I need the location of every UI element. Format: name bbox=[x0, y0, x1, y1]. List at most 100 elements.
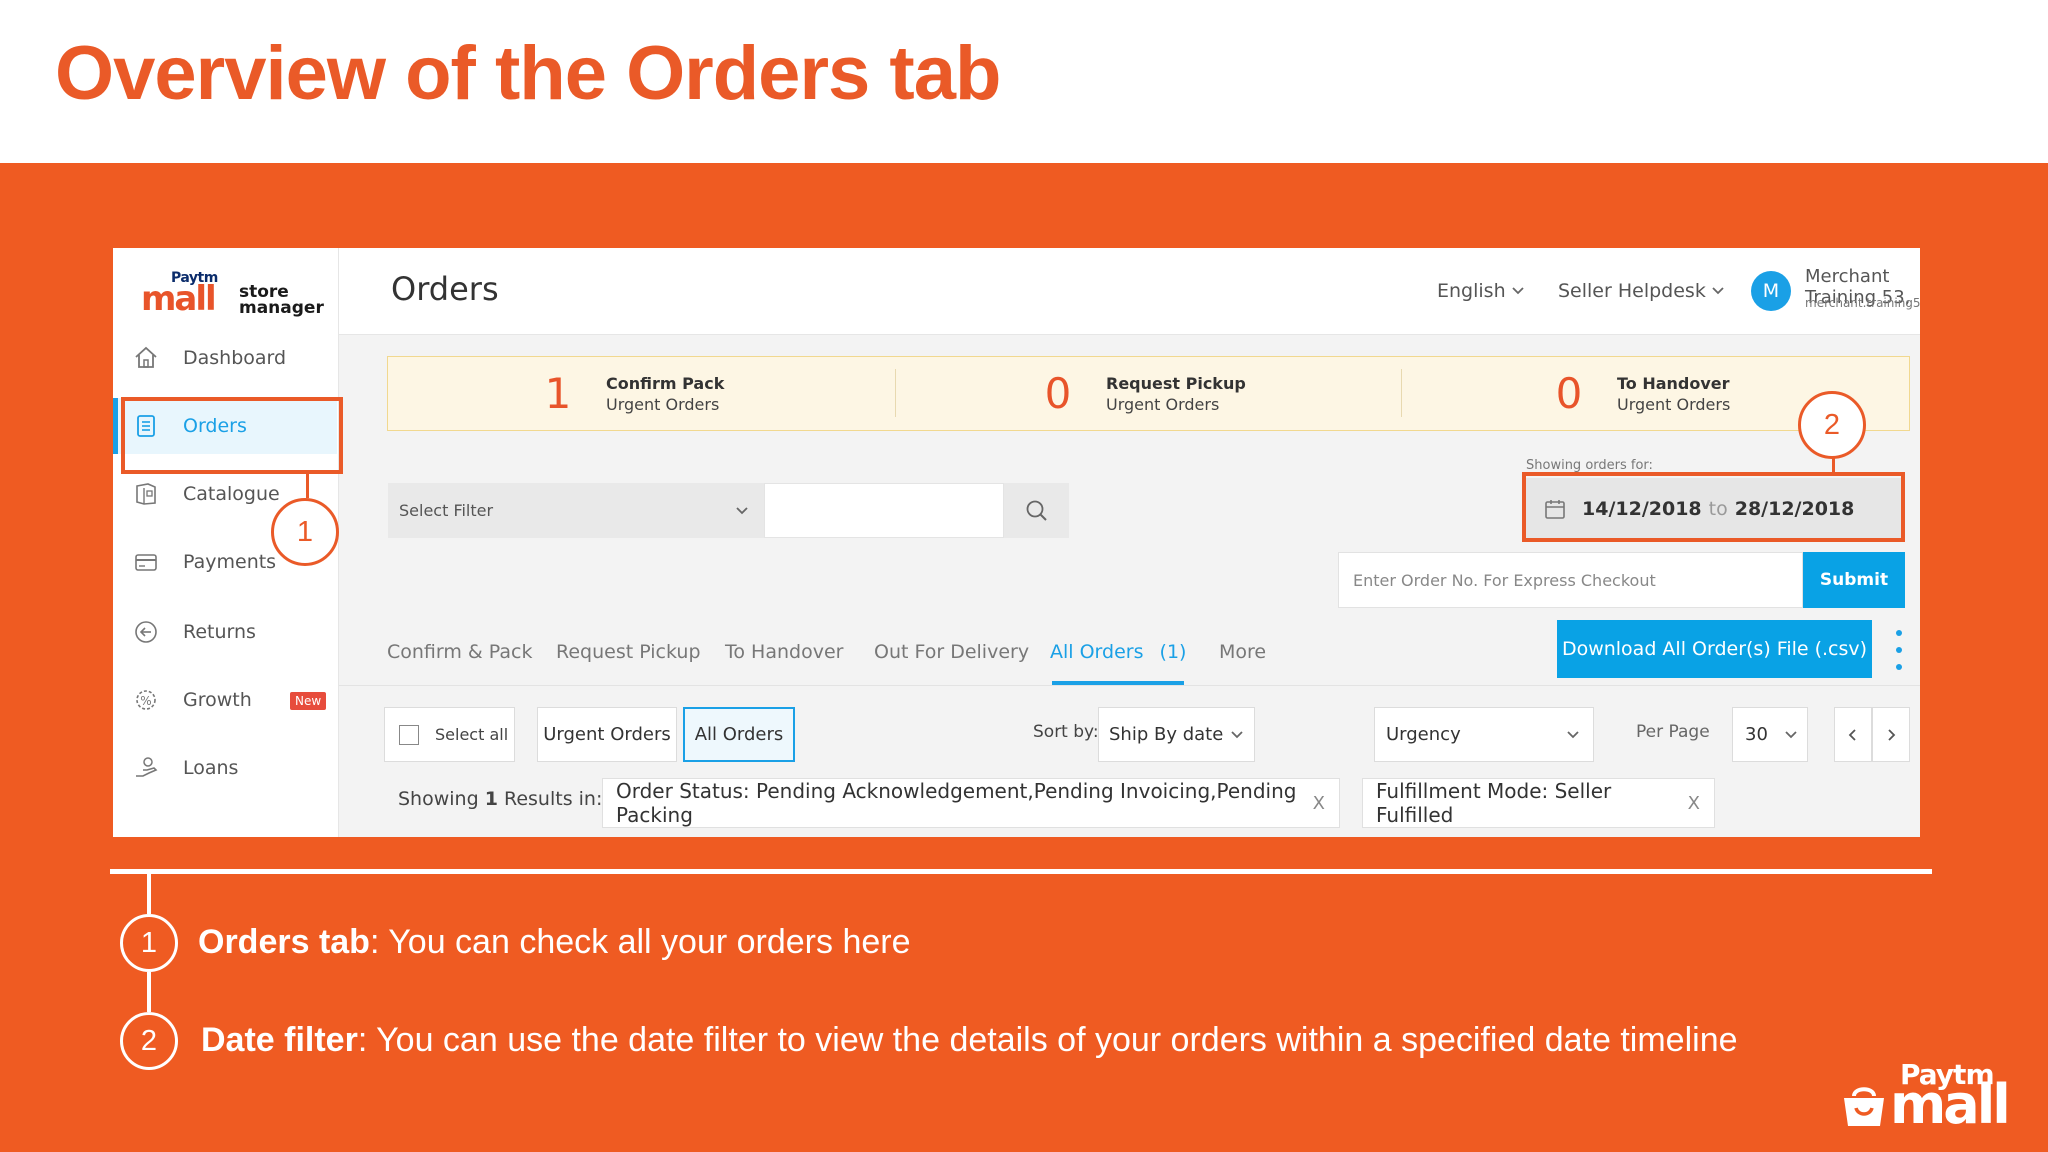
legend-desc: : You can check all your orders here bbox=[369, 923, 911, 961]
urgency-dropdown[interactable]: Urgency bbox=[1374, 707, 1594, 762]
page-title: Orders bbox=[391, 270, 499, 308]
callout-connector bbox=[1832, 457, 1835, 472]
callout-connector bbox=[306, 474, 309, 498]
paytm-mall-logo[interactable]: Paytm mall store manager bbox=[141, 270, 324, 319]
urgent-orders-summary: 1 Confirm Pack Urgent Orders 0 Request P… bbox=[387, 356, 1910, 431]
loans-icon bbox=[131, 753, 161, 783]
app-screenshot: Paytm mall store manager Dashboard Order… bbox=[113, 248, 1920, 837]
logo-manager: manager bbox=[239, 298, 324, 318]
download-csv-button[interactable]: Download All Order(s) File (.csv) bbox=[1557, 620, 1872, 678]
chevron-down-icon bbox=[736, 507, 748, 515]
select-all-label: Select all bbox=[435, 725, 509, 744]
sort-dropdown[interactable]: Ship By date bbox=[1098, 707, 1255, 762]
prev-page-button[interactable] bbox=[1834, 707, 1872, 762]
more-options-icon[interactable] bbox=[1894, 630, 1904, 670]
language-label: English bbox=[1437, 280, 1506, 302]
urgent-count: 0 bbox=[1555, 369, 1583, 418]
sort-by-label: Sort by: bbox=[1033, 722, 1099, 742]
tab-count: (1) bbox=[1159, 641, 1187, 663]
urgent-sublabel: Urgent Orders bbox=[606, 394, 720, 414]
returns-icon bbox=[131, 617, 161, 647]
per-page-label: Per Page bbox=[1636, 722, 1710, 742]
growth-icon: % bbox=[131, 685, 161, 715]
urgent-label: Confirm Pack bbox=[606, 373, 725, 393]
divider-rule bbox=[110, 869, 1932, 874]
helpdesk-label: Seller Helpdesk bbox=[1558, 280, 1706, 302]
tab-more[interactable]: More bbox=[1219, 641, 1266, 663]
tabs-divider bbox=[339, 685, 1920, 686]
sidebar-item-dashboard[interactable]: Dashboard bbox=[113, 330, 337, 386]
per-page-value: 30 bbox=[1745, 724, 1768, 745]
divider bbox=[895, 369, 896, 417]
tab-confirm-pack[interactable]: Confirm & Pack bbox=[387, 641, 532, 663]
urgent-confirm-pack[interactable]: 1 Confirm Pack Urgent Orders bbox=[528, 357, 1028, 430]
sidebar-item-growth[interactable]: % Growth New bbox=[113, 672, 337, 728]
search-button[interactable] bbox=[1004, 483, 1069, 538]
date-filter-highlight bbox=[1522, 472, 1905, 542]
showing-orders-label: Showing orders for: bbox=[1526, 458, 1653, 473]
tab-request-pickup[interactable]: Request Pickup bbox=[556, 641, 701, 663]
chip-close-button[interactable]: X bbox=[1313, 793, 1325, 814]
tab-label: All Orders bbox=[1050, 641, 1144, 663]
chevron-down-icon bbox=[1567, 731, 1579, 739]
results-count: 1 bbox=[484, 788, 498, 810]
legend-desc: : You can use the date filter to view th… bbox=[357, 1021, 1738, 1059]
all-orders-toggle[interactable]: All Orders bbox=[683, 707, 795, 762]
sidebar-item-label: Loans bbox=[183, 757, 239, 779]
sidebar-item-label: Dashboard bbox=[183, 347, 287, 369]
results-summary: Showing 1 Results in: bbox=[398, 788, 602, 810]
divider bbox=[1401, 369, 1402, 417]
results-suffix: Results in: bbox=[503, 788, 603, 810]
urgent-count: 0 bbox=[1044, 369, 1072, 418]
legend-connector bbox=[147, 874, 151, 914]
language-dropdown[interactable]: English bbox=[1437, 280, 1526, 302]
select-all-checkbox[interactable]: Select all bbox=[384, 707, 515, 762]
payments-icon bbox=[131, 547, 161, 577]
per-page-dropdown[interactable]: 30 bbox=[1732, 707, 1808, 762]
chevron-down-icon bbox=[1231, 730, 1243, 738]
active-tab-indicator bbox=[1052, 681, 1184, 685]
shopping-bag-icon bbox=[1844, 1087, 1884, 1126]
home-icon bbox=[131, 343, 161, 373]
sidebar-item-returns[interactable]: Returns bbox=[113, 604, 337, 660]
chevron-down-icon bbox=[1511, 287, 1524, 295]
submit-button[interactable]: Submit bbox=[1803, 552, 1905, 608]
urgency-value: Urgency bbox=[1386, 724, 1461, 745]
tab-to-handover[interactable]: To Handover bbox=[725, 641, 843, 663]
filter-value-input[interactable] bbox=[764, 483, 1004, 538]
express-checkout-input[interactable]: Enter Order No. For Express Checkout bbox=[1338, 552, 1803, 608]
sidebar-item-label: Catalogue bbox=[183, 483, 280, 505]
filter-chip-order-status: Order Status: Pending Acknowledgement,Pe… bbox=[602, 778, 1340, 828]
checkbox[interactable] bbox=[399, 724, 419, 745]
legend-number-2: 2 bbox=[120, 1012, 178, 1070]
catalogue-icon bbox=[131, 479, 161, 509]
urgent-sublabel: Urgent Orders bbox=[1106, 394, 1220, 414]
urgent-orders-toggle[interactable]: Urgent Orders bbox=[537, 707, 677, 762]
new-badge: New bbox=[290, 692, 327, 710]
sidebar-item-loans[interactable]: Loans bbox=[113, 740, 337, 796]
logo-mall: mall bbox=[141, 279, 217, 319]
chevron-right-icon bbox=[1888, 728, 1896, 741]
chip-label: Order Status: Pending Acknowledgement,Pe… bbox=[616, 779, 1297, 827]
chip-close-button[interactable]: X bbox=[1688, 793, 1700, 814]
avatar[interactable]: M bbox=[1751, 271, 1791, 311]
filter-chip-fulfillment-mode: Fulfillment Mode: Seller Fulfilled X bbox=[1362, 778, 1715, 828]
chevron-down-icon bbox=[1785, 731, 1797, 739]
brand-mall: mall bbox=[1890, 1073, 2011, 1136]
legend-item-1: Orders tab: You can check all your order… bbox=[198, 923, 911, 962]
seller-helpdesk-dropdown[interactable]: Seller Helpdesk bbox=[1558, 280, 1726, 302]
next-page-button[interactable] bbox=[1872, 707, 1910, 762]
legend-item-2: Date filter: You can use the date filter… bbox=[201, 1021, 1738, 1060]
tab-out-for-delivery[interactable]: Out For Delivery bbox=[874, 641, 1029, 663]
paytm-mall-brand-logo: Paytm mall bbox=[1840, 1058, 2020, 1136]
callout-2: 2 bbox=[1798, 391, 1866, 459]
top-bar: Orders English Seller Helpdesk M Merchan… bbox=[339, 248, 1920, 335]
svg-text:%: % bbox=[140, 694, 151, 708]
tab-all-orders[interactable]: All Orders (1) bbox=[1050, 641, 1186, 663]
urgent-request-pickup[interactable]: 0 Request Pickup Urgent Orders bbox=[1028, 357, 1528, 430]
legend-term: Orders tab bbox=[198, 923, 370, 961]
urgent-sublabel: Urgent Orders bbox=[1617, 394, 1731, 414]
filter-select[interactable]: Select Filter bbox=[388, 483, 764, 538]
sidebar-item-label: Growth bbox=[183, 689, 252, 711]
chevron-down-icon bbox=[1712, 287, 1724, 295]
